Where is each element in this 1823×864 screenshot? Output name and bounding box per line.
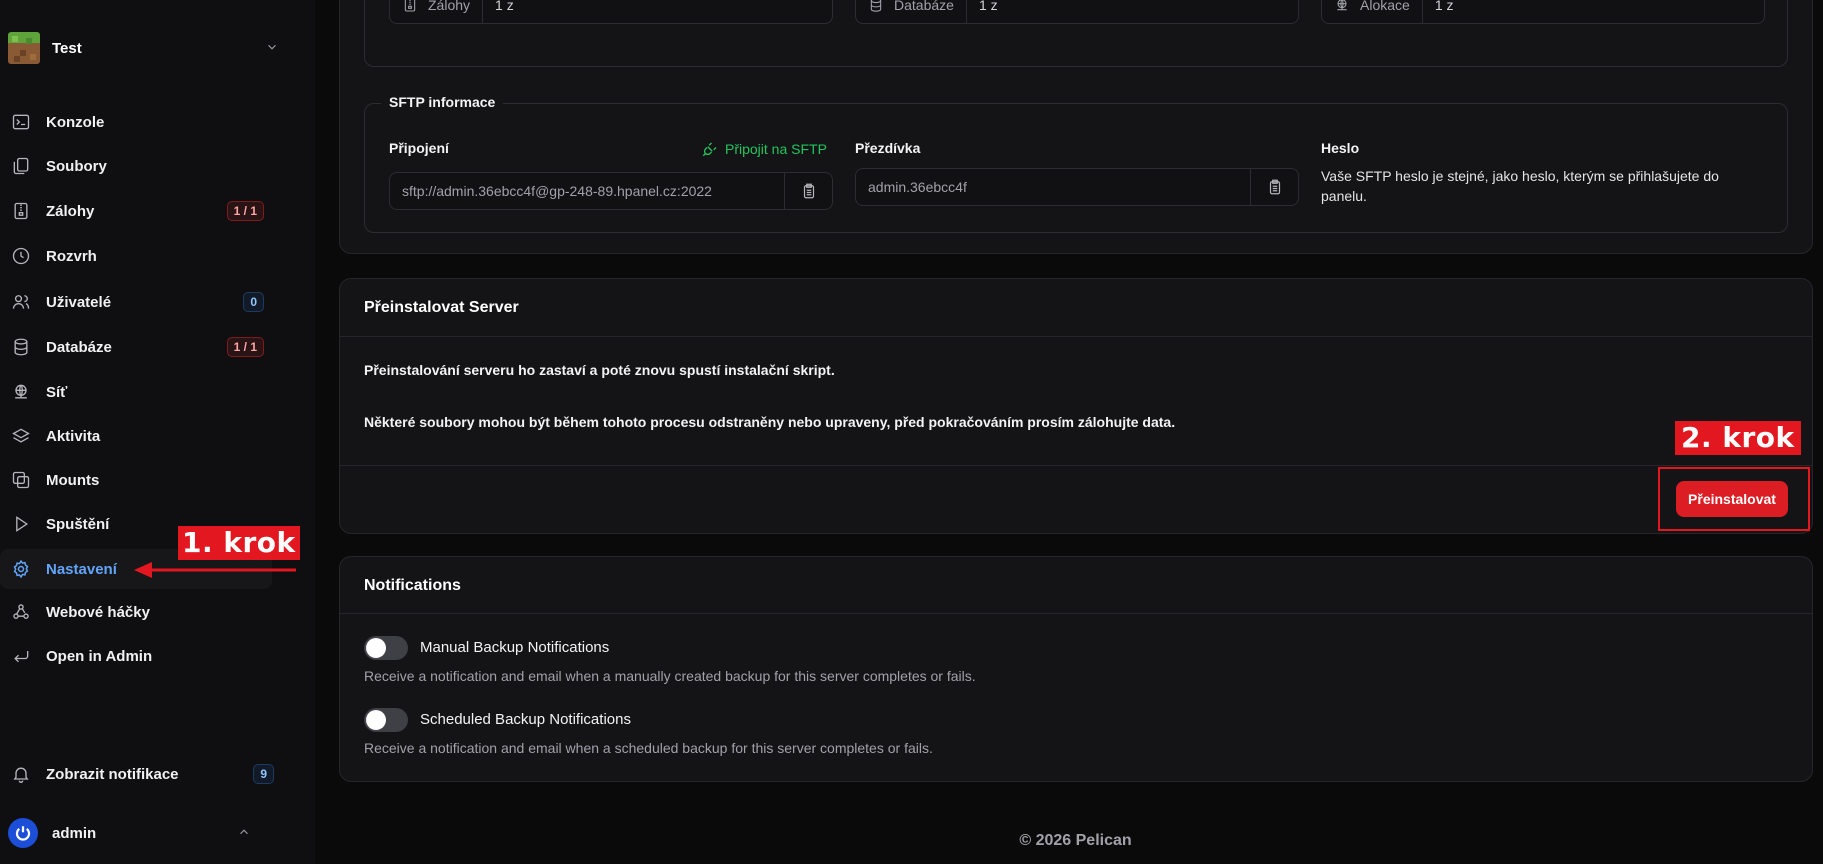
server-info-card: Zálohy 1 z Databáze 1 z Alokace 1 z SFTP… <box>339 0 1813 254</box>
notification-count-badge: 9 <box>253 764 274 784</box>
sidebar-item-label: Rozvrh <box>46 247 97 265</box>
username-label: Přezdívka <box>855 140 921 156</box>
notifications-label: Zobrazit notifikace <box>46 765 179 783</box>
plug-icon <box>702 142 717 157</box>
sidebar-item-label: Mounts <box>46 471 100 489</box>
sidebar-item-uzivatele[interactable]: Uživatelé 0 <box>0 282 272 322</box>
footer-copyright: © 2026 Pelican <box>1019 832 1132 849</box>
reinstall-warning-1: Přeinstalování serveru ho zastaví a poté… <box>364 362 835 378</box>
notifications-button[interactable]: Zobrazit notifikace 9 <box>10 763 282 785</box>
stack-icon <box>10 425 32 447</box>
allocations-label: Alokace <box>1360 0 1410 13</box>
users-icon <box>10 291 32 313</box>
databases-value: 1 z <box>978 0 998 13</box>
reinstall-title: Přeinstalovat Server <box>364 299 519 316</box>
server-switcher[interactable]: Test <box>8 30 284 66</box>
step1-annotation: 1. krok <box>178 526 300 560</box>
password-note: Vaše SFTP heslo je stejné, jako heslo, k… <box>1321 168 1719 204</box>
sidebar-item-databaze[interactable]: Databáze 1 / 1 <box>0 327 272 367</box>
manual-backup-desc: Receive a notification and email when a … <box>364 668 976 684</box>
terminal-icon <box>10 111 32 133</box>
backups-value: 1 z <box>495 0 514 13</box>
databases-label: Databáze <box>894 0 954 13</box>
backups-limit: Zálohy 1 z <box>389 0 833 24</box>
sidebar-item-sit[interactable]: Síť <box>0 372 272 412</box>
allocations-value: 1 z <box>1434 0 1454 13</box>
manual-backup-label: Manual Backup Notifications <box>420 639 610 656</box>
sidebar-item-aktivita[interactable]: Aktivita <box>0 416 272 456</box>
notifications-title: Notifications <box>364 577 461 594</box>
reinstall-button[interactable]: Přeinstalovat <box>1676 481 1788 517</box>
archive-icon <box>404 0 416 12</box>
scheduled-backup-label: Scheduled Backup Notifications <box>420 711 631 728</box>
archive-icon <box>10 200 32 222</box>
limits-fieldset: Zálohy 1 z Databáze 1 z Alokace 1 z <box>364 0 1788 67</box>
notifications-card: Notifications Manual Backup Notification… <box>339 556 1813 782</box>
scheduled-backup-toggle[interactable] <box>364 708 408 732</box>
sidebar-item-rozvrh[interactable]: Rozvrh <box>0 236 272 276</box>
clipboard-icon <box>1269 179 1280 195</box>
sftp-username-field[interactable]: admin.36ebcc4f <box>855 168 1299 206</box>
sidebar-item-open-in-admin[interactable]: Open in Admin <box>0 636 272 676</box>
avatar <box>8 818 38 848</box>
sidebar-item-label: Databáze <box>46 338 112 356</box>
reinstall-card: Přeinstalovat Server Přeinstalování serv… <box>339 278 1813 534</box>
clock-icon <box>10 245 32 267</box>
count-badge: 1 / 1 <box>226 337 264 357</box>
sidebar-item-label: Zálohy <box>46 202 95 220</box>
sidebar-item-label: Aktivita <box>46 427 101 445</box>
gear-icon <box>10 558 32 580</box>
connection-label: Připojení <box>389 140 449 156</box>
user-name: admin <box>52 824 97 842</box>
sftp-username-value: admin.36ebcc4f <box>868 179 967 195</box>
copy-username-button[interactable] <box>1250 169 1298 205</box>
sidebar-item-label: Soubory <box>46 157 107 175</box>
sidebar-item-zalohy[interactable]: Zálohy 1 / 1 <box>0 191 272 231</box>
clipboard-icon <box>803 183 814 199</box>
arrow-annotation <box>134 562 296 578</box>
network-icon <box>10 381 32 403</box>
sidebar-item-label: Webové háčky <box>46 603 150 621</box>
database-icon <box>10 336 32 358</box>
network-icon <box>1337 0 1347 11</box>
scheduled-backup-desc: Receive a notification and email when a … <box>364 740 933 756</box>
sidebar: Test Konzole Soubory Zálohy 1 / 1 Rozvrh… <box>0 0 315 864</box>
reinstall-warning-2: Některé soubory mohou být během tohoto p… <box>364 414 1176 430</box>
connect-sftp-link[interactable]: Připojit na SFTP <box>701 140 827 158</box>
step2-annotation: 2. krok <box>1675 421 1801 455</box>
sftp-fieldset: SFTP informace Připojení Připojit na SFT… <box>364 94 1788 233</box>
allocations-limit: Alokace 1 z <box>1321 0 1765 24</box>
sftp-connection-field[interactable]: sftp://admin.36ebcc4f@gp-248-89.hpanel.c… <box>389 172 833 210</box>
sidebar-item-soubory[interactable]: Soubory <box>0 146 272 186</box>
sftp-connection-value: sftp://admin.36ebcc4f@gp-248-89.hpanel.c… <box>402 183 712 199</box>
sidebar-item-webove-hacky[interactable]: Webové háčky <box>0 592 272 632</box>
connect-sftp-label: Připojit na SFTP <box>725 141 827 157</box>
count-badge: 1 / 1 <box>226 201 264 221</box>
password-label: Heslo <box>1321 140 1360 156</box>
chevron-down-icon <box>260 40 284 57</box>
databases-limit: Databáze 1 z <box>855 0 1299 24</box>
user-menu[interactable]: admin <box>8 818 280 848</box>
sidebar-item-mounts[interactable]: Mounts <box>0 460 272 500</box>
count-badge: 0 <box>243 292 264 312</box>
chevron-up-icon <box>232 825 256 842</box>
server-logo <box>8 32 40 64</box>
play-icon <box>10 513 32 535</box>
files-icon <box>10 155 32 177</box>
sidebar-item-label: Síť <box>46 383 68 401</box>
database-icon <box>870 0 882 12</box>
copy-connection-button[interactable] <box>784 173 832 209</box>
server-name: Test <box>52 39 82 57</box>
sidebar-item-label: Konzole <box>46 113 105 131</box>
sidebar-item-konzole[interactable]: Konzole <box>0 102 272 142</box>
sftp-legend: SFTP informace <box>381 94 504 110</box>
return-icon <box>10 645 32 667</box>
mounts-icon <box>10 469 32 491</box>
webhook-icon <box>10 601 32 623</box>
manual-backup-toggle[interactable] <box>364 636 408 660</box>
sidebar-item-label: Open in Admin <box>46 647 153 665</box>
bell-icon <box>10 763 32 785</box>
sidebar-item-label: Uživatelé <box>46 293 112 311</box>
backups-label: Zálohy <box>428 0 471 13</box>
